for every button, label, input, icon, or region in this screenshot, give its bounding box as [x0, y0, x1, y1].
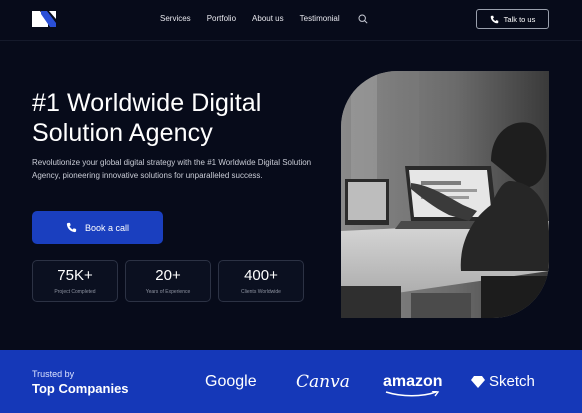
hero-description: Revolutionize your global digital strate…	[32, 158, 312, 180]
stat-label: Years of Experience	[145, 289, 191, 295]
stat-card-projects: 75K+ Project Completed	[32, 260, 118, 302]
phone-icon	[490, 15, 498, 23]
office-worker-laptop-photo	[341, 71, 549, 318]
stats-row: 75K+ Project Completed 20+ Years of Expe…	[32, 260, 304, 302]
google-logo: Google	[205, 373, 257, 390]
stat-card-experience: 20+ Years of Experience	[125, 260, 211, 302]
nav-menu: Services Portfolio About us Testimonial	[160, 14, 368, 24]
sketch-logo-text: Sketch	[489, 373, 535, 390]
stat-card-clients: 400+ Clients Worldwide	[218, 260, 304, 302]
stat-value: 75K+	[57, 267, 93, 284]
canva-logo: Canva	[296, 372, 350, 392]
hero-headline-line1: #1 Worldwide Digital	[32, 89, 262, 117]
stat-value: 400+	[244, 267, 278, 284]
hero-headline-line2: Solution Agency	[32, 119, 213, 147]
amazon-smile-icon	[385, 391, 440, 397]
sketch-diamond-icon	[471, 376, 485, 388]
phone-icon	[66, 222, 77, 233]
talk-to-us-button[interactable]: Talk to us	[476, 9, 549, 29]
nav-item-about-us[interactable]: About us	[252, 14, 284, 24]
talk-to-us-label: Talk to us	[503, 14, 536, 24]
hero-headline: #1 Worldwide Digital Solution Agency	[32, 88, 332, 148]
nav-item-testimonial[interactable]: Testimonial	[300, 14, 340, 24]
book-a-call-button[interactable]: Book a call	[32, 211, 163, 244]
sketch-logo: Sketch	[471, 372, 535, 392]
stat-value: 20+	[155, 267, 181, 284]
hero-photo	[341, 71, 549, 318]
stat-label: Clients Worldwide	[241, 289, 281, 295]
top-companies-label: Top Companies	[32, 381, 129, 396]
amazon-logo: amazon	[383, 373, 443, 390]
nav-item-portfolio[interactable]: Portfolio	[207, 14, 236, 24]
top-nav: Services Portfolio About us Testimonial …	[0, 0, 582, 40]
search-icon[interactable]	[358, 14, 368, 24]
nav-divider	[0, 40, 582, 41]
logo-mark-icon[interactable]	[32, 11, 56, 27]
trusted-band: Trusted by Top Companies Google Canva am…	[0, 350, 582, 413]
stat-label: Project Completed	[54, 289, 96, 295]
book-a-call-label: Book a call	[84, 222, 130, 233]
nav-item-services[interactable]: Services	[160, 14, 191, 24]
trusted-by-label: Trusted by	[32, 369, 75, 379]
